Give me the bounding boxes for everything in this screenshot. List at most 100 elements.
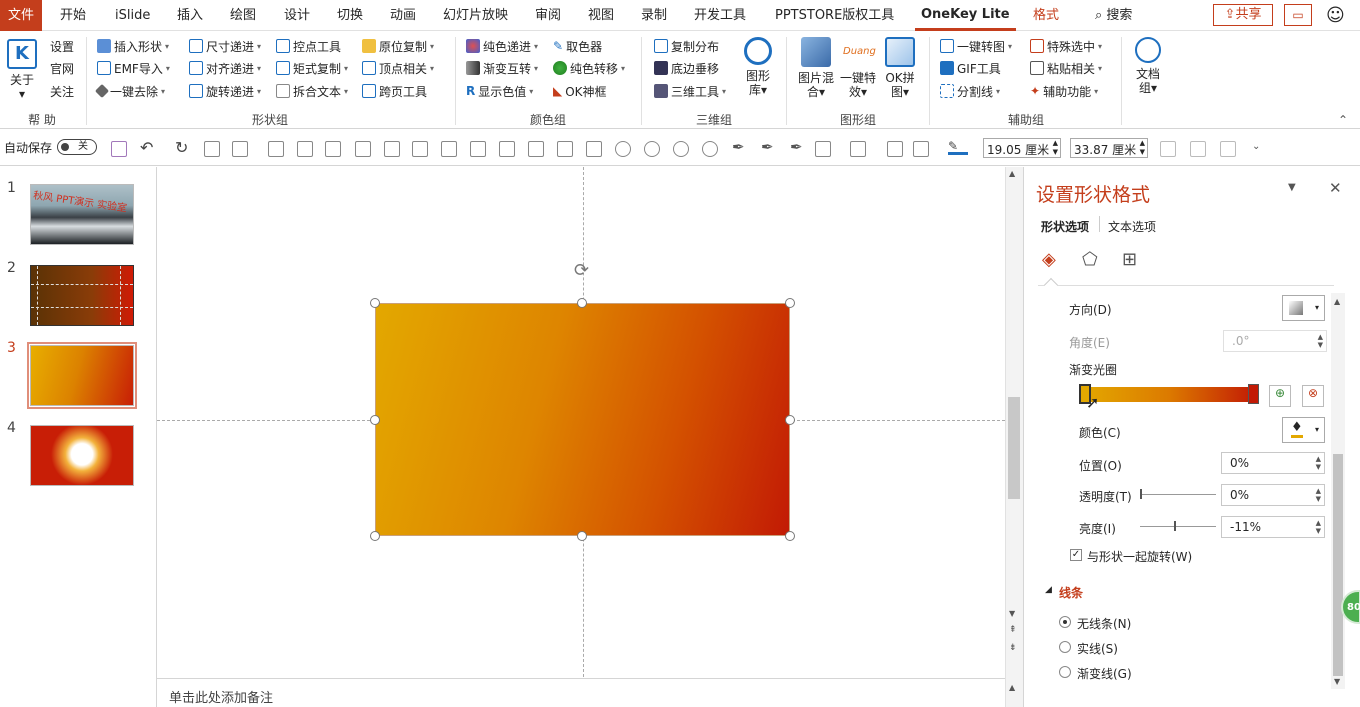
fragment-icon[interactable] [673,141,689,157]
search-box[interactable]: ⌕ 搜索 [1089,0,1138,31]
tab-file[interactable]: 文件 [0,0,42,31]
brightness-input[interactable]: -11% ▲ ▼ [1221,516,1325,538]
tab-insert[interactable]: 插入 [171,0,209,31]
tab-home[interactable]: 开始 [54,0,92,31]
gif-tool-button[interactable]: GIF工具 [940,58,1001,78]
three-d-tools-button[interactable]: 三维工具 ▾ [654,81,726,101]
pen-color-icon[interactable]: ✎ [948,139,968,155]
tab-shape-options[interactable]: 形状选项 [1041,218,1089,235]
align-bottom-icon[interactable] [528,141,544,157]
position-input[interactable]: 0% ▲ ▼ [1221,452,1325,474]
tab-onekey[interactable]: OneKey Lite [915,0,1016,31]
vertex-button[interactable]: 顶点相关 ▾ [362,58,434,78]
snap-icon[interactable] [1160,141,1176,157]
pane-scroll-thumb[interactable] [1333,454,1343,676]
tab-slideshow[interactable]: 幻灯片放映 [437,0,514,31]
next-slide-icon[interactable]: ⇟ [1009,643,1017,653]
present-icon[interactable] [204,141,220,157]
scroll-up-icon[interactable]: ▲ [1009,169,1015,178]
doc-group-button[interactable]: 文档 组▾ [1130,37,1166,95]
origin-copy-button[interactable]: 原位复制 ▾ [362,36,434,56]
cross-page-button[interactable]: 跨页工具 [362,81,427,101]
one-key-to-pic-button[interactable]: 一键转图 ▾ [940,36,1012,56]
tab-review[interactable]: 审阅 [529,0,567,31]
shape-fill-icon[interactable] [815,141,831,157]
line-section-header[interactable]: 线条 [1059,584,1083,601]
resize-handle-left[interactable] [370,415,380,425]
slide-thumb-2[interactable] [30,265,134,326]
shape-library-button[interactable]: 图形 库▾ [740,37,776,97]
width-input[interactable]: 33.87 厘米 ▲ ▼ [1070,138,1148,158]
direction-dropdown[interactable]: ▾ [1282,295,1325,321]
collapse-triangle-icon[interactable]: ◢ [1045,585,1052,595]
spinner-icon[interactable]: ▲ ▼ [1053,139,1058,157]
intersect-icon[interactable] [702,141,718,157]
align-step-button[interactable]: 对齐递进 ▾ [189,58,261,78]
color-picker-button[interactable]: ♦ ▾ [1282,417,1325,443]
tab-islide[interactable]: iSlide [109,0,156,31]
send-backward-icon[interactable] [355,141,371,157]
slide-thumb-1[interactable]: 秋风 PPT演示 实验室 [30,184,134,245]
save-icon[interactable] [111,141,127,157]
ok-frame-button[interactable]: ◣ OK神框 [553,81,607,101]
ok-puzzle-button[interactable]: OK拼 图▾ [880,37,920,99]
canvas-scrollbar[interactable]: ▲ ▼ ⇞ ⇟ ▲ [1005,167,1023,707]
transparency-slider[interactable] [1140,494,1216,495]
copy-dist-button[interactable]: 复制分布 [654,36,719,56]
grad-swap-button[interactable]: 渐变互转 ▾ [466,58,538,78]
bottom-hang-button[interactable]: 底边垂移 [654,58,719,78]
group-icon[interactable] [268,141,284,157]
spinner-icon[interactable]: ▲ ▼ [1318,333,1323,349]
matrix-copy-button[interactable]: 矩式复制 ▾ [276,58,348,78]
scroll-down-icon[interactable]: ▼ [1334,677,1340,686]
spinner-icon[interactable]: ▲ ▼ [1316,455,1321,471]
resize-handle-top[interactable] [577,298,587,308]
rotate-handle-icon[interactable]: ⟳ [574,260,589,281]
ctrl-point-button[interactable]: 控点工具 [276,36,341,56]
fill-line-icon[interactable]: ◈ [1042,249,1056,270]
close-icon[interactable]: ✕ [1329,179,1342,197]
slide-thumb-3[interactable] [30,345,134,406]
gradient-rectangle[interactable] [375,303,790,536]
bring-forward-icon[interactable] [325,141,341,157]
align-center-icon[interactable] [412,141,428,157]
align-top-icon[interactable] [470,141,486,157]
tab-animations[interactable]: 动画 [384,0,422,31]
tab-developer[interactable]: 开发工具 [688,0,752,31]
tab-pptstore[interactable]: PPTSTORE版权工具 [769,0,900,31]
one-key-fx-button[interactable]: Duang 一键特 效▾ [838,37,878,99]
notes-area[interactable]: 单击此处添加备注 [157,678,1005,707]
resize-handle-bottom-left[interactable] [370,531,380,541]
remove-stop-icon[interactable]: ⊗ [1302,385,1324,407]
spinner-icon[interactable]: ▲ ▼ [1140,139,1145,157]
size-properties-icon[interactable]: ⊞ [1122,249,1137,270]
spinner-icon[interactable]: ▲ ▼ [1316,487,1321,503]
pure-convert-button[interactable]: 纯色转移 ▾ [553,58,625,78]
distribute-h-icon[interactable] [557,141,573,157]
split-line-button[interactable]: 分割线 ▾ [940,81,1000,101]
prev-slide-icon[interactable]: ⇞ [1009,625,1017,635]
autosave-toggle[interactable]: 关 [57,139,97,155]
share-button[interactable]: ⇪共享 [1213,4,1273,26]
effects-pentagon-icon[interactable]: ⬠ [1082,249,1098,270]
special-select-button[interactable]: 特殊选中 ▾ [1030,36,1102,56]
add-stop-icon[interactable]: ⊕ [1269,385,1291,407]
distribute-v-icon[interactable] [586,141,602,157]
tab-draw[interactable]: 绘图 [224,0,262,31]
gradient-line-radio[interactable] [1059,666,1071,678]
brightness-slider[interactable] [1140,526,1216,527]
transparency-slider-thumb[interactable] [1140,489,1142,499]
resize-handle-bottom[interactable] [577,531,587,541]
tab-text-options[interactable]: 文本选项 [1108,218,1156,235]
grid-icon[interactable] [1190,141,1206,157]
shape-outline-icon[interactable] [850,141,866,157]
touch-icon[interactable] [232,141,248,157]
size-step-button[interactable]: 尺寸递进 ▾ [189,36,261,56]
pic-mix-button[interactable]: 图片混 合▾ [796,37,836,99]
website-button[interactable]: 官网 [50,58,74,78]
slide-thumb-4[interactable] [30,425,134,486]
angle-input[interactable]: .0° ▲ ▼ [1223,330,1327,352]
no-line-radio[interactable] [1059,616,1071,628]
gradient-stop-end[interactable] [1248,384,1259,404]
picker-button[interactable]: ✎ 取色器 [553,36,602,56]
